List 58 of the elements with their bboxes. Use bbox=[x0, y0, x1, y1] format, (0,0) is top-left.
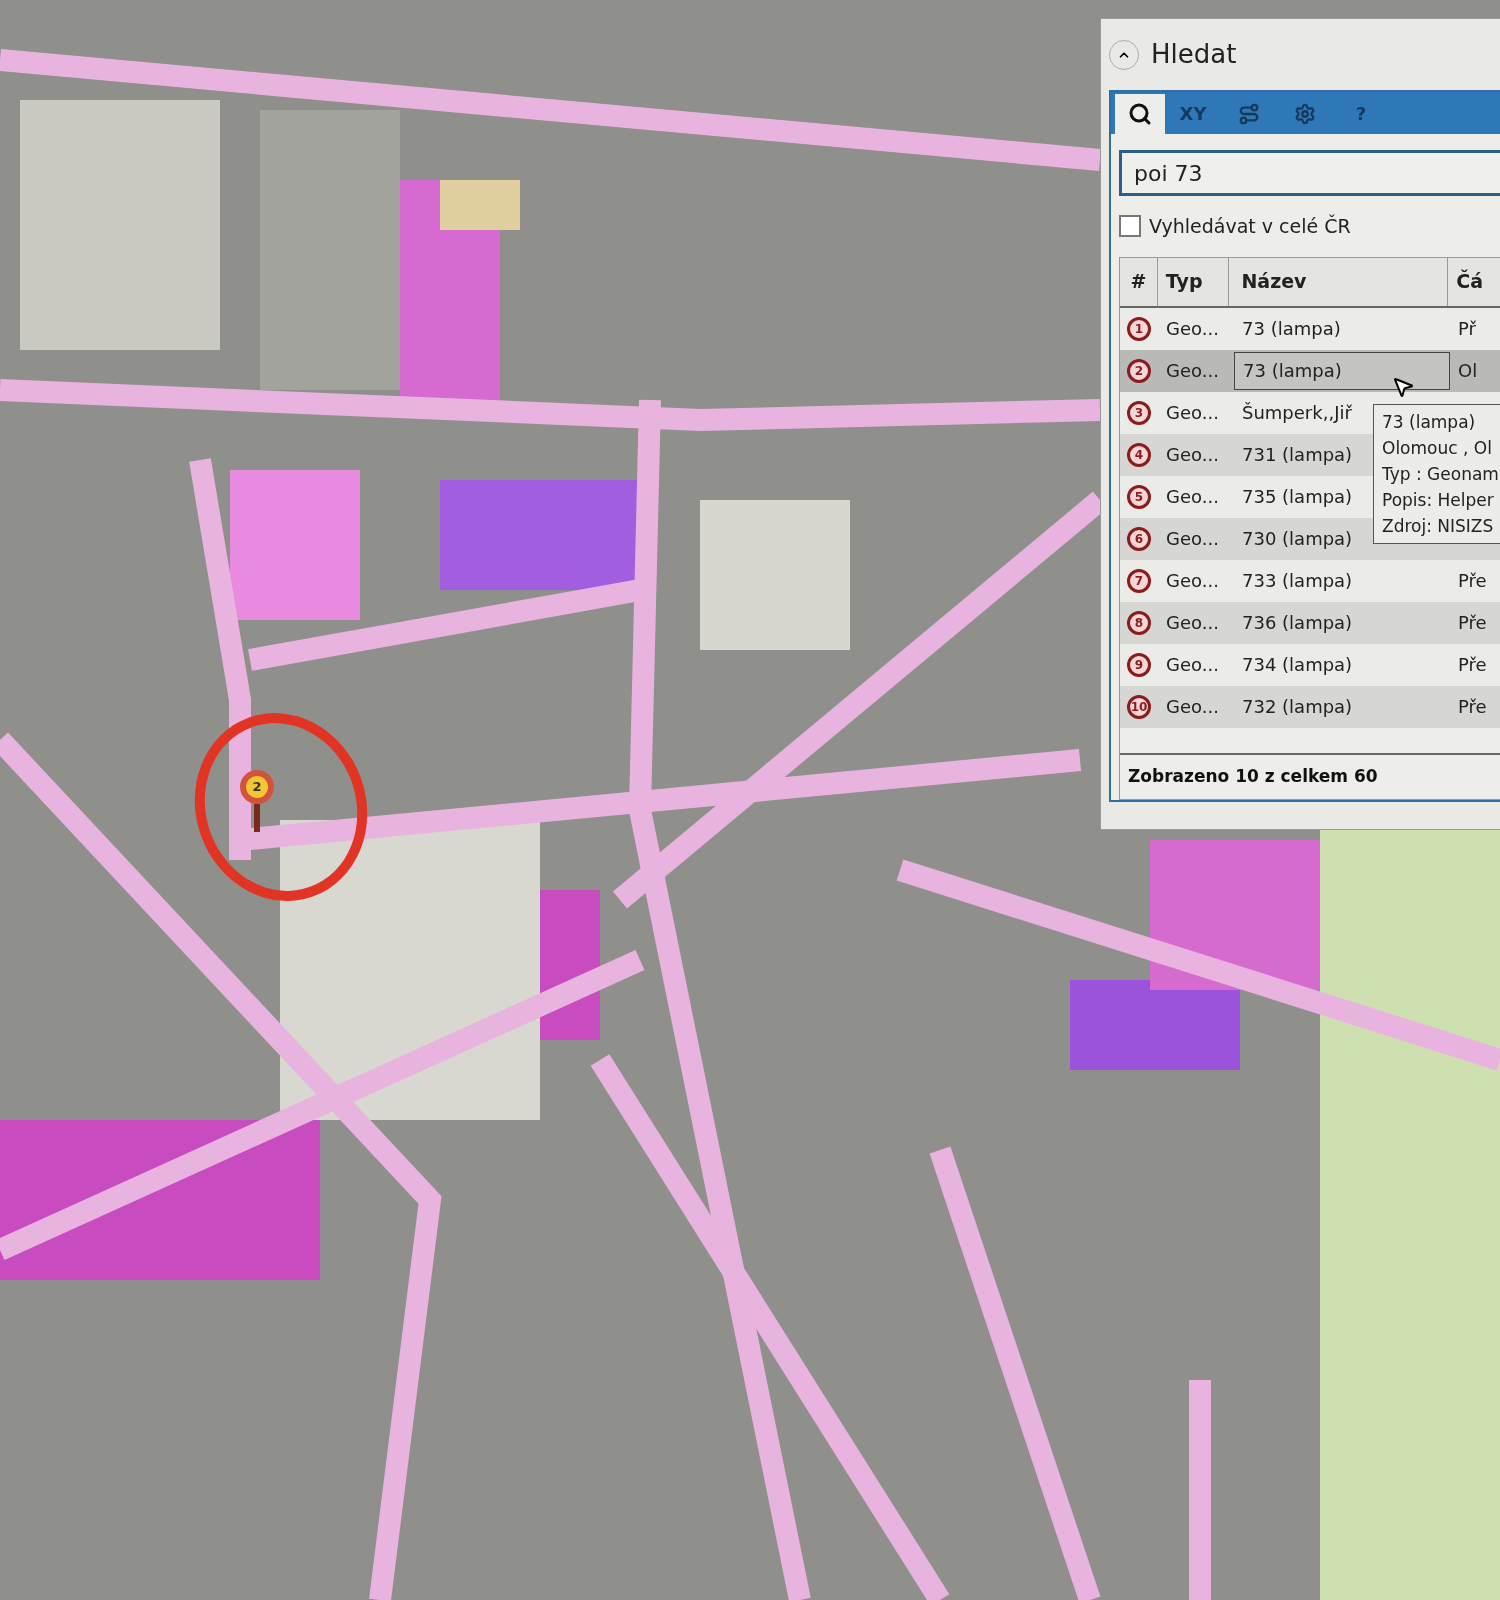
column-header[interactable]: Název bbox=[1229, 257, 1449, 306]
result-number: 7 bbox=[1127, 568, 1151, 593]
tooltip-line: Popis: Helper bbox=[1382, 489, 1495, 512]
column-header[interactable]: Čá bbox=[1448, 257, 1500, 306]
result-number: 6 bbox=[1127, 526, 1151, 551]
table-cell-text: Geo... bbox=[1165, 527, 1220, 551]
table-cell-text: 735 (lampa) bbox=[1241, 485, 1353, 509]
tooltip-line: Olomouc , Ol bbox=[1382, 437, 1493, 460]
column-header[interactable]: # bbox=[1120, 257, 1158, 306]
checkbox[interactable] bbox=[1119, 215, 1141, 238]
table-cell-text: Geo... bbox=[1165, 317, 1220, 341]
tooltip-line: 73 (lampa) bbox=[1382, 411, 1477, 434]
search-field[interactable]: poi 73 bbox=[1119, 150, 1500, 196]
search-icon bbox=[1128, 102, 1152, 126]
route-icon bbox=[1238, 103, 1260, 125]
result-number: 1 bbox=[1127, 316, 1151, 341]
table-cell-text: Geo... bbox=[1165, 569, 1220, 593]
column-header[interactable]: Typ bbox=[1157, 257, 1230, 306]
mouse-pointer-icon bbox=[1391, 375, 1415, 399]
result-number: 4 bbox=[1127, 442, 1151, 467]
table-cell-text: 731 (lampa) bbox=[1241, 443, 1353, 467]
table-cell-text: 73 (lampa) bbox=[1241, 317, 1341, 341]
table-cell: 73 (lampa) bbox=[1234, 351, 1450, 390]
table-cell-text: 736 (lampa) bbox=[1241, 611, 1353, 635]
table-cell-text: 730 (lampa) bbox=[1241, 527, 1353, 551]
table-cell-text: Geo... bbox=[1165, 443, 1220, 467]
result-number: 5 bbox=[1127, 484, 1151, 509]
table-cell-text: Geo... bbox=[1165, 359, 1220, 383]
table-row[interactable]: 8 Geo... 736 (lampa) Pře bbox=[1120, 601, 1500, 644]
panel-title: Hledat bbox=[1151, 38, 1237, 71]
table-cell-text: 733 (lampa) bbox=[1241, 569, 1353, 593]
table-cell-text: 732 (lampa) bbox=[1241, 695, 1353, 719]
result-number: 2 bbox=[1127, 358, 1151, 383]
tooltip-line: Zdroj: NISIZS bbox=[1382, 515, 1495, 538]
status-text: Zobrazeno 10 z celkem 60 bbox=[1128, 765, 1378, 789]
table-cell-text: Pře bbox=[1457, 695, 1487, 719]
settings-icon bbox=[1294, 103, 1316, 125]
table-cell-text: Geo... bbox=[1165, 695, 1220, 719]
table-cell-text: Pře bbox=[1457, 569, 1487, 593]
result-number: 8 bbox=[1127, 610, 1151, 635]
table-cell-text: Geo... bbox=[1165, 401, 1220, 425]
tab[interactable] bbox=[1115, 94, 1165, 134]
tooltip-line: Typ : Geonam bbox=[1382, 463, 1500, 486]
table-cell-text: Geo... bbox=[1165, 653, 1220, 677]
table-cell-text: Pře bbox=[1457, 653, 1487, 677]
checkbox-label: Vyhledávat v celé ČR bbox=[1149, 213, 1351, 239]
table-cell-text: Ol bbox=[1457, 359, 1478, 383]
table-row[interactable]: 10 Geo... 732 (lampa) Pře bbox=[1120, 685, 1500, 728]
table-row[interactable]: 2 Geo... 73 (lampa) Ol bbox=[1120, 349, 1500, 392]
table-cell-text: Př bbox=[1457, 317, 1476, 341]
result-number: 3 bbox=[1127, 400, 1151, 425]
table-cell-text: Geo... bbox=[1165, 485, 1220, 509]
table-cell-text: 734 (lampa) bbox=[1241, 653, 1353, 677]
table-cell-text: Geo... bbox=[1165, 611, 1220, 635]
result-number: 10 bbox=[1127, 694, 1151, 719]
table-cell-text: Pře bbox=[1457, 611, 1487, 635]
result-number: 9 bbox=[1127, 652, 1151, 677]
table-cell-text: Šumperk,,Jiř bbox=[1241, 401, 1352, 425]
